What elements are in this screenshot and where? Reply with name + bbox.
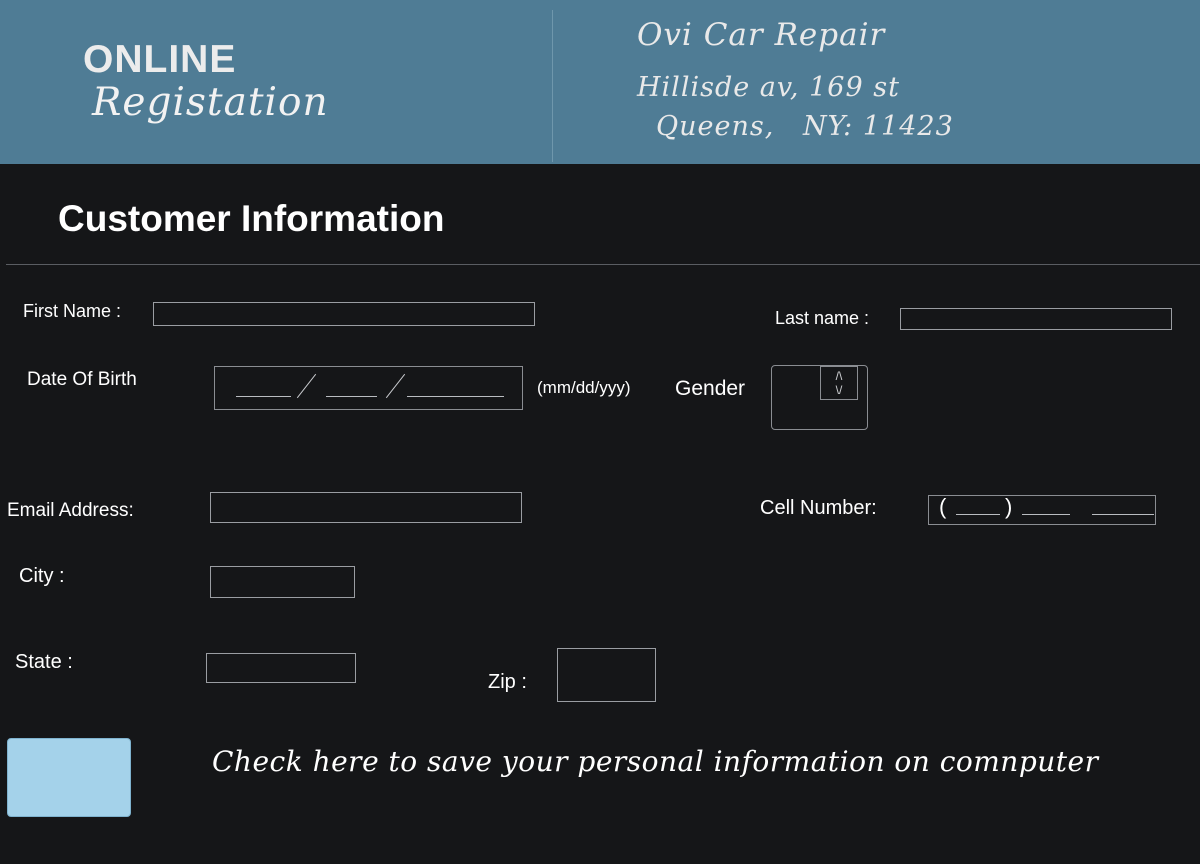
date-format-hint: (mm/dd/yyy) [537,378,631,397]
last-name-label: Last name : [775,308,870,328]
zip-input[interactable] [557,648,656,702]
cell-line-input[interactable] [1092,514,1154,515]
dob-year-input[interactable] [407,396,504,397]
save-info-checkbox[interactable] [7,738,131,817]
state-label: State : [15,651,73,673]
date-of-birth-field [214,366,523,410]
address-line2: Queens, NY: 11423 [656,111,954,142]
state-input[interactable] [206,653,356,683]
header-title-line1: ONLINE [83,38,237,81]
up-down-arrows-icon[interactable]: /\ \/ [820,366,858,400]
city-input[interactable] [210,566,355,598]
date-of-birth-label: Date Of Birth [27,369,137,390]
email-input[interactable] [210,492,522,523]
zip-label: Zip : [488,671,527,693]
header-divider [552,10,553,162]
cell-prefix-input[interactable] [1022,514,1070,515]
first-name-input[interactable] [153,302,535,326]
dob-month-input[interactable] [236,396,291,397]
gender-label: Gender [675,377,746,400]
last-name-input[interactable] [900,308,1172,330]
first-name-label: First Name : [23,301,122,321]
section-divider [6,264,1200,265]
cell-close-paren: ) [1005,494,1013,519]
save-info-label: Check here to save your personal informa… [212,745,1099,778]
cell-open-paren: ( [939,494,947,519]
section-title: Customer Information [58,198,445,239]
cell-number-field [928,495,1156,525]
header-title-line2: Registation [92,80,329,125]
business-name: Ovi Car Repair [637,17,886,53]
dob-day-input[interactable] [326,396,377,397]
city-label: City : [19,565,65,587]
address-line1: Hillisde av, 169 st [637,72,900,103]
cell-area-code-input[interactable] [956,514,1000,515]
email-label: Email Address: [7,500,134,521]
cell-number-label: Cell Number: [760,497,877,519]
